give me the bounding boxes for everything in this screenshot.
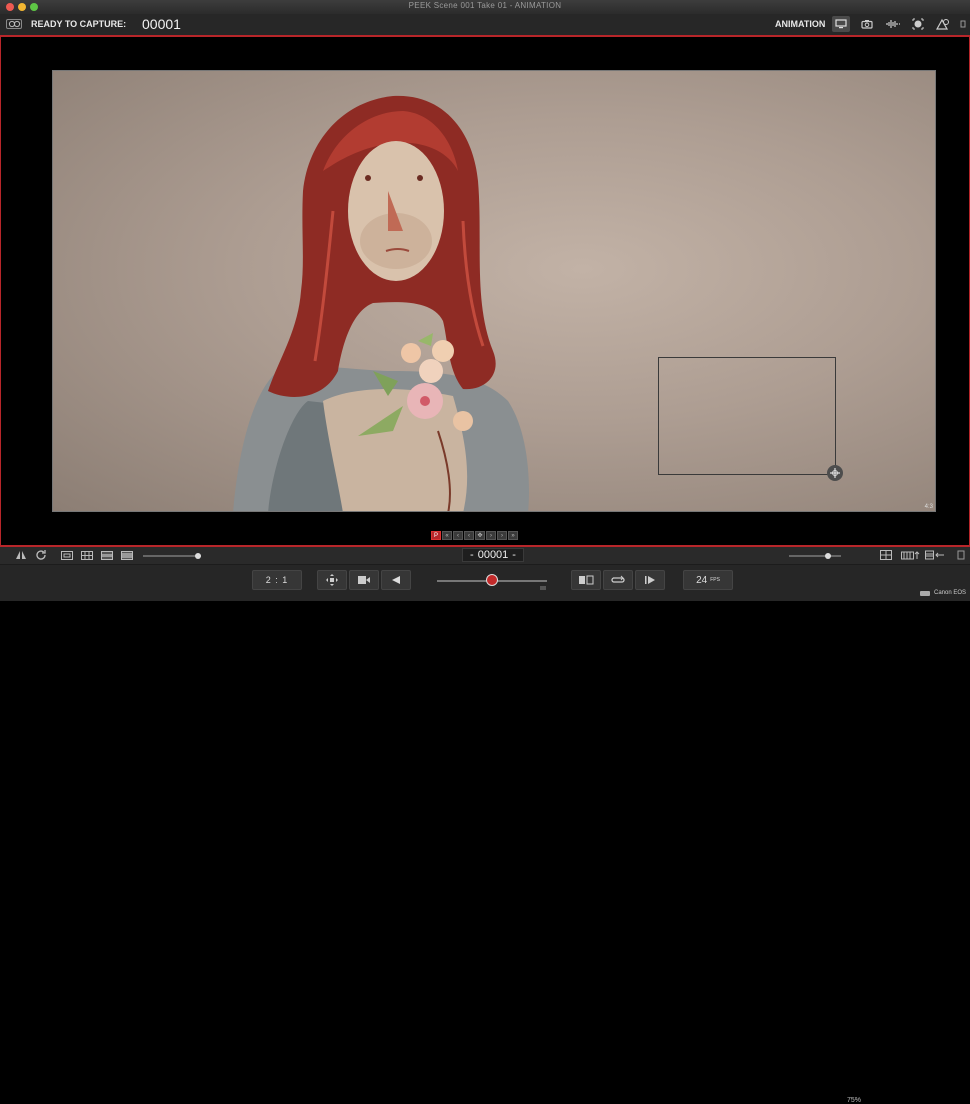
overlay-shapes-icon[interactable] — [934, 16, 952, 32]
current-frame-value: 00001 — [477, 549, 509, 561]
window-titlebar: PEEK Scene 001 Take 01 - ANIMATION — [0, 0, 970, 15]
aspect-corner-mark: 4:3 — [924, 504, 933, 510]
zoom-slider[interactable] — [789, 555, 841, 557]
live-view-frame[interactable]: 4:3 — [52, 70, 936, 512]
prev-frame-button[interactable]: ‹ — [464, 531, 474, 540]
fit-view-icon[interactable] — [879, 549, 893, 561]
timeline-expand-icon[interactable] — [901, 549, 921, 561]
opacity-slider-knob[interactable] — [195, 553, 202, 559]
playback-ratio-button[interactable]: 2 : 1 — [252, 570, 302, 590]
fps-value: 24 — [696, 574, 708, 586]
playback-ratio-label: 2 : 1 — [265, 575, 289, 585]
viewport-stage: 4:3 — [0, 37, 970, 545]
current-frame-counter[interactable]: - 00001 - — [462, 548, 524, 562]
last-frame-button[interactable]: » — [508, 531, 518, 540]
widescreen-icon[interactable] — [120, 549, 134, 561]
crosshair-handle-icon[interactable] — [827, 465, 843, 481]
panel-toggle-icon[interactable] — [955, 549, 967, 561]
focus-icon[interactable] — [909, 16, 927, 32]
letterbox-icon[interactable] — [100, 549, 114, 561]
scrub-end-marker — [540, 586, 546, 590]
playhead-marker-button[interactable]: P — [431, 531, 441, 540]
move-tool-button[interactable] — [317, 570, 347, 590]
fps-selector[interactable]: 24 FPS — [683, 570, 733, 590]
move-icon — [326, 574, 338, 586]
camera-preview-button[interactable] — [349, 570, 379, 590]
grid-icon[interactable] — [80, 549, 94, 561]
play-reverse-icon — [392, 576, 400, 584]
step-back-button[interactable]: ‹ — [453, 531, 463, 540]
center-frame-button[interactable]: ✥ — [475, 531, 485, 540]
camera-battery-icon — [920, 591, 930, 596]
camera-icon[interactable] — [858, 16, 876, 32]
loop-button[interactable] — [603, 570, 633, 590]
compare-icon — [579, 575, 594, 585]
flip-icon[interactable] — [14, 549, 28, 561]
play-button[interactable] — [635, 570, 665, 590]
step-forward-button[interactable]: › — [497, 531, 507, 540]
first-frame-button[interactable]: « — [442, 531, 452, 540]
timeline-collapse-icon[interactable] — [925, 549, 945, 561]
safe-area-icon[interactable] — [60, 549, 74, 561]
camera-model-label: Canon EOS — [934, 590, 967, 596]
play-to-end-icon — [645, 576, 655, 584]
frame-increment[interactable]: - — [512, 549, 516, 561]
compare-frames-button[interactable] — [571, 570, 601, 590]
window-title: PEEK Scene 001 Take 01 - ANIMATION — [408, 1, 562, 10]
monitor-icon[interactable] — [832, 16, 850, 32]
zoom-slider-knob[interactable] — [825, 553, 831, 559]
rotate-icon[interactable] — [34, 549, 48, 561]
onion-skin-toggle-icon[interactable] — [6, 19, 22, 29]
more-icon[interactable] — [958, 16, 968, 32]
capture-status-label: READY TO CAPTURE: — [31, 19, 127, 29]
mode-label[interactable]: ANIMATION — [775, 19, 825, 29]
play-reverse-button[interactable] — [381, 570, 411, 590]
zoom-label: 75% — [847, 1097, 862, 1104]
opacity-slider[interactable] — [143, 555, 201, 557]
fps-unit: FPS — [710, 577, 720, 583]
crop-selection-box[interactable] — [658, 357, 836, 475]
video-camera-icon — [358, 576, 370, 584]
capture-frame-counter: 00001 — [142, 16, 181, 32]
frame-decrement[interactable]: - — [470, 549, 474, 561]
playback-bar — [0, 564, 970, 601]
loop-icon — [611, 575, 625, 583]
playback-scrub-knob[interactable] — [486, 574, 498, 586]
top-toolbar: READY TO CAPTURE: 00001 ANIMATION — [0, 14, 970, 37]
next-frame-button[interactable]: › — [486, 531, 496, 540]
frame-navigation: P « ‹ ‹ ✥ › › » — [431, 531, 518, 541]
audio-waveform-icon[interactable] — [884, 16, 902, 32]
